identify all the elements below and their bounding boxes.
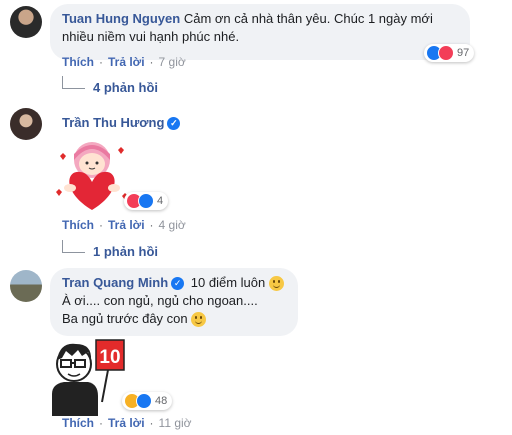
view-replies-link[interactable]: 4 phản hồi <box>62 76 158 95</box>
comment-inline-text: 10 điểm luôn <box>190 275 266 290</box>
reply-button[interactable]: Trả lời <box>108 416 145 430</box>
reaction-count: 48 <box>155 395 168 407</box>
comment-actions: Thích · Trả lời · 7 giờ <box>62 55 186 69</box>
like-button[interactable]: Thích <box>62 416 94 430</box>
avatar-tuan-hung-nguyen[interactable] <box>10 6 42 38</box>
reply-arrow-icon <box>62 76 85 89</box>
sticker-sign-text: 10 <box>99 347 120 368</box>
comment-actions: Thích · Trả lời · 11 giờ <box>62 416 192 430</box>
love-icon <box>438 45 454 61</box>
comment-body: Tran Quang Minh ✓ 10 điểm luôn À ơi.... c… <box>62 274 298 328</box>
verified-badge-icon: ✓ <box>167 117 181 131</box>
comment-text-line: À ơi.... con ngủ, ngủ cho ngoan.... <box>62 293 258 308</box>
comment-author[interactable]: Trần Thu Hương ✓ <box>62 115 181 131</box>
smile-emoji-icon <box>268 276 284 292</box>
girl-hugging-heart-sticker <box>56 142 128 210</box>
like-button[interactable]: Thích <box>62 55 94 69</box>
reaction-count: 97 <box>457 47 470 59</box>
reply-button[interactable]: Trả lời <box>108 218 145 232</box>
replies-count: 1 phản hồi <box>93 244 158 259</box>
comment-text-line: Ba ngủ trước đây con <box>62 311 188 326</box>
reaction-summary[interactable]: 48 <box>122 392 173 410</box>
man-holding-10-sign-sticker: 10 <box>52 339 125 416</box>
like-icon <box>136 393 152 409</box>
reply-arrow-icon <box>62 240 85 253</box>
comment-body: Tuan Hung Nguyen Cảm ơn cả nhà thân yêu.… <box>62 10 462 46</box>
comment-actions: Thích · Trả lời · 4 giờ <box>62 218 186 232</box>
reply-button[interactable]: Trả lời <box>108 55 145 69</box>
like-icon <box>138 193 154 209</box>
reaction-summary[interactable]: 4 <box>124 192 169 210</box>
like-button[interactable]: Thích <box>62 218 94 232</box>
verified-badge-icon: ✓ <box>171 277 185 291</box>
reaction-count: 4 <box>157 195 164 207</box>
view-replies-link[interactable]: 1 phản hồi <box>62 240 158 259</box>
smile-emoji-icon <box>191 312 207 328</box>
comment-author[interactable]: Tuan Hung Nguyen <box>62 11 180 26</box>
comment-time[interactable]: 11 giờ <box>159 416 192 430</box>
comment-author[interactable]: Tran Quang Minh <box>62 275 168 290</box>
avatar-tran-quang-minh[interactable] <box>10 270 42 302</box>
avatar-tran-thu-huong[interactable] <box>10 108 42 140</box>
replies-count: 4 phản hồi <box>93 80 158 95</box>
comment-time[interactable]: 4 giờ <box>159 218 186 232</box>
comment-time[interactable]: 7 giờ <box>159 55 186 69</box>
reaction-summary[interactable]: 97 <box>424 44 475 62</box>
